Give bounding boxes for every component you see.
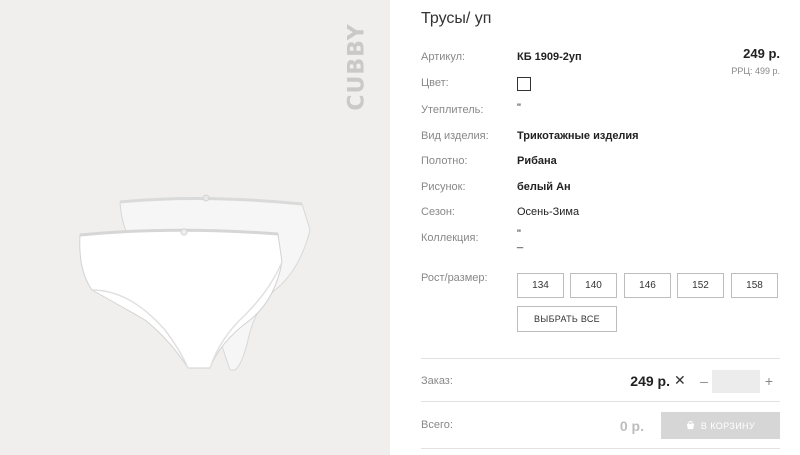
add-to-cart-label: В КОРЗИНУ <box>700 420 756 431</box>
attr-value-insulation: " <box>517 102 521 114</box>
size-option-134[interactable]: 134 <box>517 273 564 298</box>
order-price: 249 р. <box>630 373 670 389</box>
attr-value-collection: " _ <box>517 228 524 249</box>
attr-value-item-type: Трикотажные изделия <box>517 130 639 142</box>
attr-value-season: Осень-Зима <box>517 206 580 218</box>
order-label: Заказ: <box>421 375 453 387</box>
quantity-input[interactable] <box>712 370 760 393</box>
brand-name: CUBBY <box>344 23 370 111</box>
quantity-decrease-button[interactable]: – <box>697 372 711 390</box>
total-value: 0 р. <box>619 418 644 434</box>
attr-value-article: КБ 1909-2уп <box>517 51 582 63</box>
close-icon[interactable]: ✕ <box>674 373 686 387</box>
size-option-158[interactable]: 158 <box>731 273 778 298</box>
color-swatch[interactable] <box>517 77 531 91</box>
attr-label-color: Цвет: <box>421 77 449 89</box>
attr-label-insulation: Утеплитель: <box>421 104 484 116</box>
size-label: Рост/размер: <box>421 272 488 284</box>
attr-value-pattern: белый Ан <box>517 181 571 193</box>
attr-label-season: Сезон: <box>421 206 455 218</box>
total-label: Всего: <box>421 419 453 431</box>
product-title: Трусы/ уп <box>421 10 492 27</box>
quantity-increase-button[interactable]: + <box>762 372 776 390</box>
attr-label-collection: Коллекция: <box>421 232 479 244</box>
product-photo-briefs <box>79 194 311 371</box>
divider <box>421 358 780 359</box>
cart-icon <box>686 421 695 430</box>
size-option-140[interactable]: 140 <box>570 273 617 298</box>
recommended-retail-price: РРЦ: 499 р. <box>731 66 780 76</box>
attr-label-article: Артикул: <box>421 51 466 63</box>
size-option-152[interactable]: 152 <box>677 273 724 298</box>
divider <box>421 448 780 449</box>
divider <box>421 401 780 402</box>
brand-logo: CUBBY <box>342 22 372 112</box>
product-price: 249 р. <box>743 46 780 61</box>
attr-label-fabric: Полотно: <box>421 155 468 167</box>
attr-value-fabric: Рибана <box>517 155 557 167</box>
size-option-146[interactable]: 146 <box>624 273 671 298</box>
attr-label-pattern: Рисунок: <box>421 181 466 193</box>
attr-label-item-type: Вид изделия: <box>421 130 489 142</box>
select-all-sizes-button[interactable]: ВЫБРАТЬ ВСЕ <box>517 306 617 332</box>
product-image: CUBBY <box>0 0 390 455</box>
add-to-cart-button[interactable]: В КОРЗИНУ <box>661 412 780 439</box>
